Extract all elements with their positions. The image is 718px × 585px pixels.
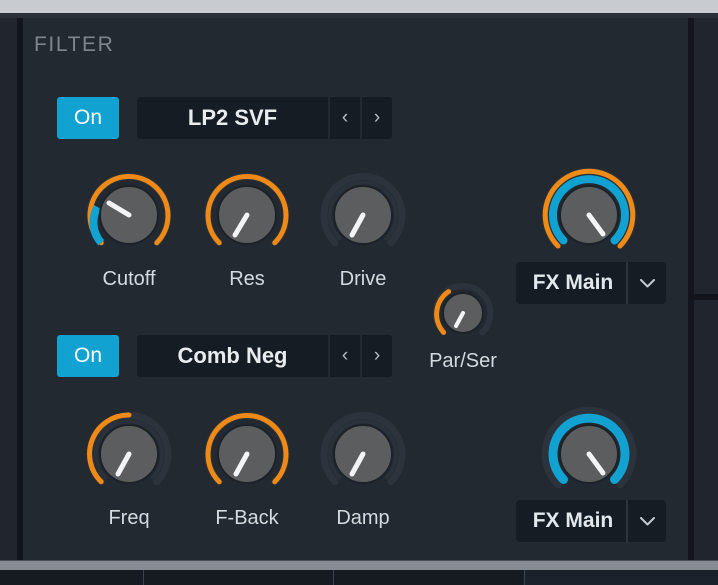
- page-title: FILTER: [34, 33, 115, 56]
- knob-f-back-dial[interactable]: [197, 404, 297, 504]
- knob-par-ser-dial[interactable]: [428, 278, 498, 348]
- filter-2-destination-label[interactable]: FX Main: [516, 500, 626, 542]
- knob-fx-main-1[interactable]: [534, 160, 644, 270]
- chevron-down-glyph: [639, 516, 655, 525]
- below-window-divider: [333, 570, 334, 585]
- chevron-down-icon[interactable]: [626, 500, 666, 542]
- knob-par-ser-label: Par/Ser: [429, 350, 497, 372]
- filter-1-type-selector[interactable]: LP2 SVF ‹ ›: [137, 97, 392, 139]
- below-window-divider: [143, 570, 144, 585]
- filter-1-destination-dropdown[interactable]: FX Main: [516, 262, 666, 304]
- filter-2-type-name[interactable]: Comb Neg: [137, 335, 328, 377]
- knob-res-dial[interactable]: [197, 165, 297, 265]
- panel-frame-right-gap: [694, 294, 718, 300]
- knob-drive-label: Drive: [339, 268, 387, 290]
- filter-1-prev-type-button[interactable]: ‹: [330, 97, 360, 139]
- filter-2-next-type-button[interactable]: ›: [360, 335, 392, 377]
- chevron-down-icon[interactable]: [626, 262, 666, 304]
- filter-2-power-button[interactable]: On: [57, 335, 119, 377]
- knob-res[interactable]: Res: [197, 165, 297, 290]
- filter-1-power-button[interactable]: On: [57, 97, 119, 139]
- knob-fx-main-2[interactable]: [534, 399, 644, 509]
- knob-f-back[interactable]: F-Back: [197, 404, 297, 529]
- filter-1-destination-label[interactable]: FX Main: [516, 262, 626, 304]
- below-window-divider: [524, 570, 525, 585]
- knob-damp[interactable]: Damp: [313, 404, 413, 529]
- below-window-segment-right: [524, 570, 718, 585]
- knob-freq[interactable]: Freq: [79, 404, 179, 529]
- filter-1-next-type-button[interactable]: ›: [360, 97, 392, 139]
- knob-damp-label: Damp: [336, 507, 390, 529]
- knob-damp-dial[interactable]: [313, 404, 413, 504]
- panel-frame-left: [0, 18, 17, 560]
- filter-2-prev-type-button[interactable]: ‹: [330, 335, 360, 377]
- knob-fx-main-1-dial[interactable]: [534, 160, 644, 270]
- knob-drive-dial[interactable]: [313, 165, 413, 265]
- knob-drive[interactable]: Drive: [313, 165, 413, 290]
- filter-2-destination-dropdown[interactable]: FX Main: [516, 500, 666, 542]
- filter-2-type-arrows: ‹ ›: [328, 335, 392, 377]
- knob-freq-dial[interactable]: [79, 404, 179, 504]
- panel-frame-right: [694, 18, 718, 560]
- knob-par-ser[interactable]: Par/Ser: [428, 278, 498, 372]
- filter-1-type-arrows: ‹ ›: [328, 97, 392, 139]
- knob-fx-main-2-dial[interactable]: [534, 399, 644, 509]
- window-top-chrome: [0, 0, 718, 14]
- knob-cutoff[interactable]: Cutoff: [79, 165, 179, 290]
- knob-cutoff-dial[interactable]: [79, 165, 179, 265]
- filter-panel-window: FILTER On LP2 SVF ‹ › Cutoff Res Drive F…: [0, 0, 718, 585]
- filter-1-type-name[interactable]: LP2 SVF: [137, 97, 328, 139]
- chevron-down-glyph: [639, 278, 655, 287]
- filter-2-type-selector[interactable]: Comb Neg ‹ ›: [137, 335, 392, 377]
